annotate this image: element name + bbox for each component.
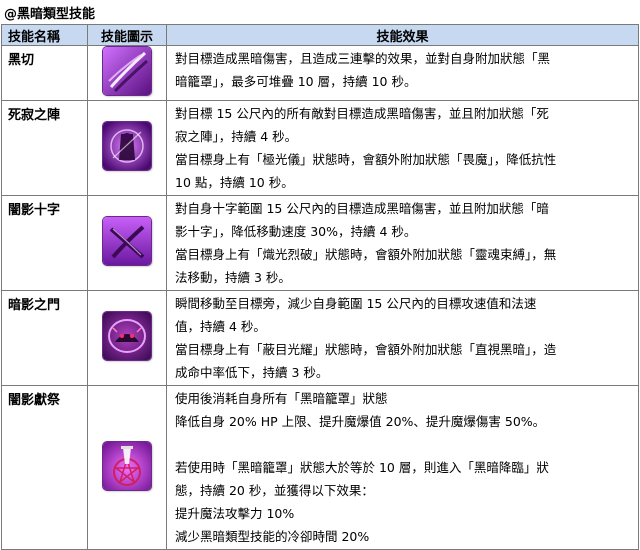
skill-name: 闇影獻祭 [1, 385, 88, 550]
table-row: 闇影十字 對自身十字範圍 15 公尺內的目標造成黑暗傷害，並且附加狀態「暗 影十… [1, 195, 639, 291]
effect-line: 對目標造成黑暗傷害，且造成三連擊的效果，並對自身附加狀態「黑 [175, 51, 551, 66]
header-skill-icon: 技能圖示 [87, 24, 167, 46]
effect-line: 減少黑暗類型技能的冷卻時間 20% [175, 529, 370, 544]
effect-line [175, 433, 634, 456]
effect-line: 寂之陣」，持續 4 秒。 [175, 129, 298, 144]
effect-line: 降低自身 20% HP 上限、提升魔爆值 20%、提升魔爆傷害 50%。 [175, 414, 546, 429]
skill-effect: 對目標 15 公尺內的所有敵對目標造成黑暗傷害，並且附加狀態「死 寂之陣」，持續… [166, 100, 639, 196]
header-skill-name: 技能名稱 [1, 24, 88, 46]
effect-line: 法移動，持續 3 秒。 [175, 270, 291, 285]
table-row: 暗影之門 瞬間移動至目標旁，減少自身範圍 15 公尺內的目標攻速值和法速 值，持… [1, 290, 639, 386]
effect-line: 若使用時「黑暗籠罩」狀態大於等於 10 層，則進入「黑暗降臨」狀 [175, 460, 549, 475]
skill-name: 闇影十字 [1, 195, 88, 291]
effect-line: 當目標身上有「蔽目光耀」狀態時，會額外附加狀態「直視黑暗」，造 [175, 342, 557, 357]
shadow-gate-icon [103, 312, 151, 360]
table-row: 闇影獻祭 使用後消耗自身所有「黑暗籠罩」狀態 降低自身 20% HP 上限、提升… [1, 385, 639, 550]
effect-line: 值，持續 4 秒。 [175, 319, 266, 334]
skill-name: 黑切 [1, 45, 88, 101]
section-title: @黑暗類型技能 [4, 6, 96, 22]
death-formation-icon [103, 122, 151, 170]
skill-effect: 對自身十字範圍 15 公尺內的目標造成黑暗傷害，並且附加狀態「暗 影十字」，降低… [166, 195, 639, 291]
skill-icon-cell [87, 195, 167, 291]
skill-icon-cell [87, 45, 167, 101]
table-header-row: 技能名稱 技能圖示 技能效果 [1, 24, 639, 46]
table-row: 死寂之陣 對目標 15 公尺內的所有敵對目標造成黑暗傷害，並且附加狀態「死 寂之… [1, 100, 639, 196]
effect-line: 使用後消耗自身所有「黑暗籠罩」狀態 [175, 391, 388, 406]
effect-line: 提升魔法攻擊力 10% [175, 506, 295, 521]
header-skill-effect: 技能效果 [166, 24, 639, 46]
effect-line: 瞬間移動至目標旁，減少自身範圍 15 公尺內的目標攻速值和法速 [175, 296, 537, 311]
effect-line: 暗籠罩」，最多可堆疊 10 層，持續 10 秒。 [175, 74, 417, 89]
skills-table: 技能名稱 技能圖示 技能效果 黑切 對目標造成黑暗傷害，且造成三連擊的效果，並對… [1, 24, 639, 550]
shadow-cross-icon [103, 217, 151, 265]
skill-icon-cell [87, 290, 167, 386]
effect-line: 對目標 15 公尺內的所有敵對目標造成黑暗傷害，並且附加狀態「死 [175, 106, 549, 121]
table-row: 黑切 對目標造成黑暗傷害，且造成三連擊的效果，並對自身附加狀態「黑 暗籠罩」，最… [1, 45, 639, 101]
skill-name: 死寂之陣 [1, 100, 88, 196]
skill-effect: 對目標造成黑暗傷害，且造成三連擊的效果，並對自身附加狀態「黑 暗籠罩」，最多可堆… [166, 45, 639, 101]
effect-line: 影十字」，降低移動速度 30%，持續 4 秒。 [175, 224, 417, 239]
effect-line: 10 點，持續 10 秒。 [175, 175, 294, 190]
effect-line: 成命中率低下，持續 3 秒。 [175, 365, 329, 380]
skill-effect: 瞬間移動至目標旁，減少自身範圍 15 公尺內的目標攻速值和法速 值，持續 4 秒… [166, 290, 639, 386]
effect-line: 當目標身上有「熾光烈破」狀態時，會額外附加狀態「靈魂束縛」，無 [175, 247, 557, 262]
skill-effect: 使用後消耗自身所有「黑暗籠罩」狀態 降低自身 20% HP 上限、提升魔爆值 2… [166, 385, 639, 550]
shadow-sacrifice-icon [103, 441, 151, 490]
skill-name: 暗影之門 [1, 290, 88, 386]
skill-icon-cell [87, 385, 167, 550]
effect-line: 態，持續 20 秒，並獲得以下效果： [175, 483, 374, 498]
dark-slash-icon [103, 47, 151, 95]
effect-line: 對自身十字範圍 15 公尺內的目標造成黑暗傷害，並且附加狀態「暗 [175, 201, 549, 216]
skill-icon-cell [87, 100, 167, 196]
effect-line: 當目標身上有「極光儀」狀態時，會額外附加狀態「畏魔」，降低抗性 [175, 152, 557, 167]
